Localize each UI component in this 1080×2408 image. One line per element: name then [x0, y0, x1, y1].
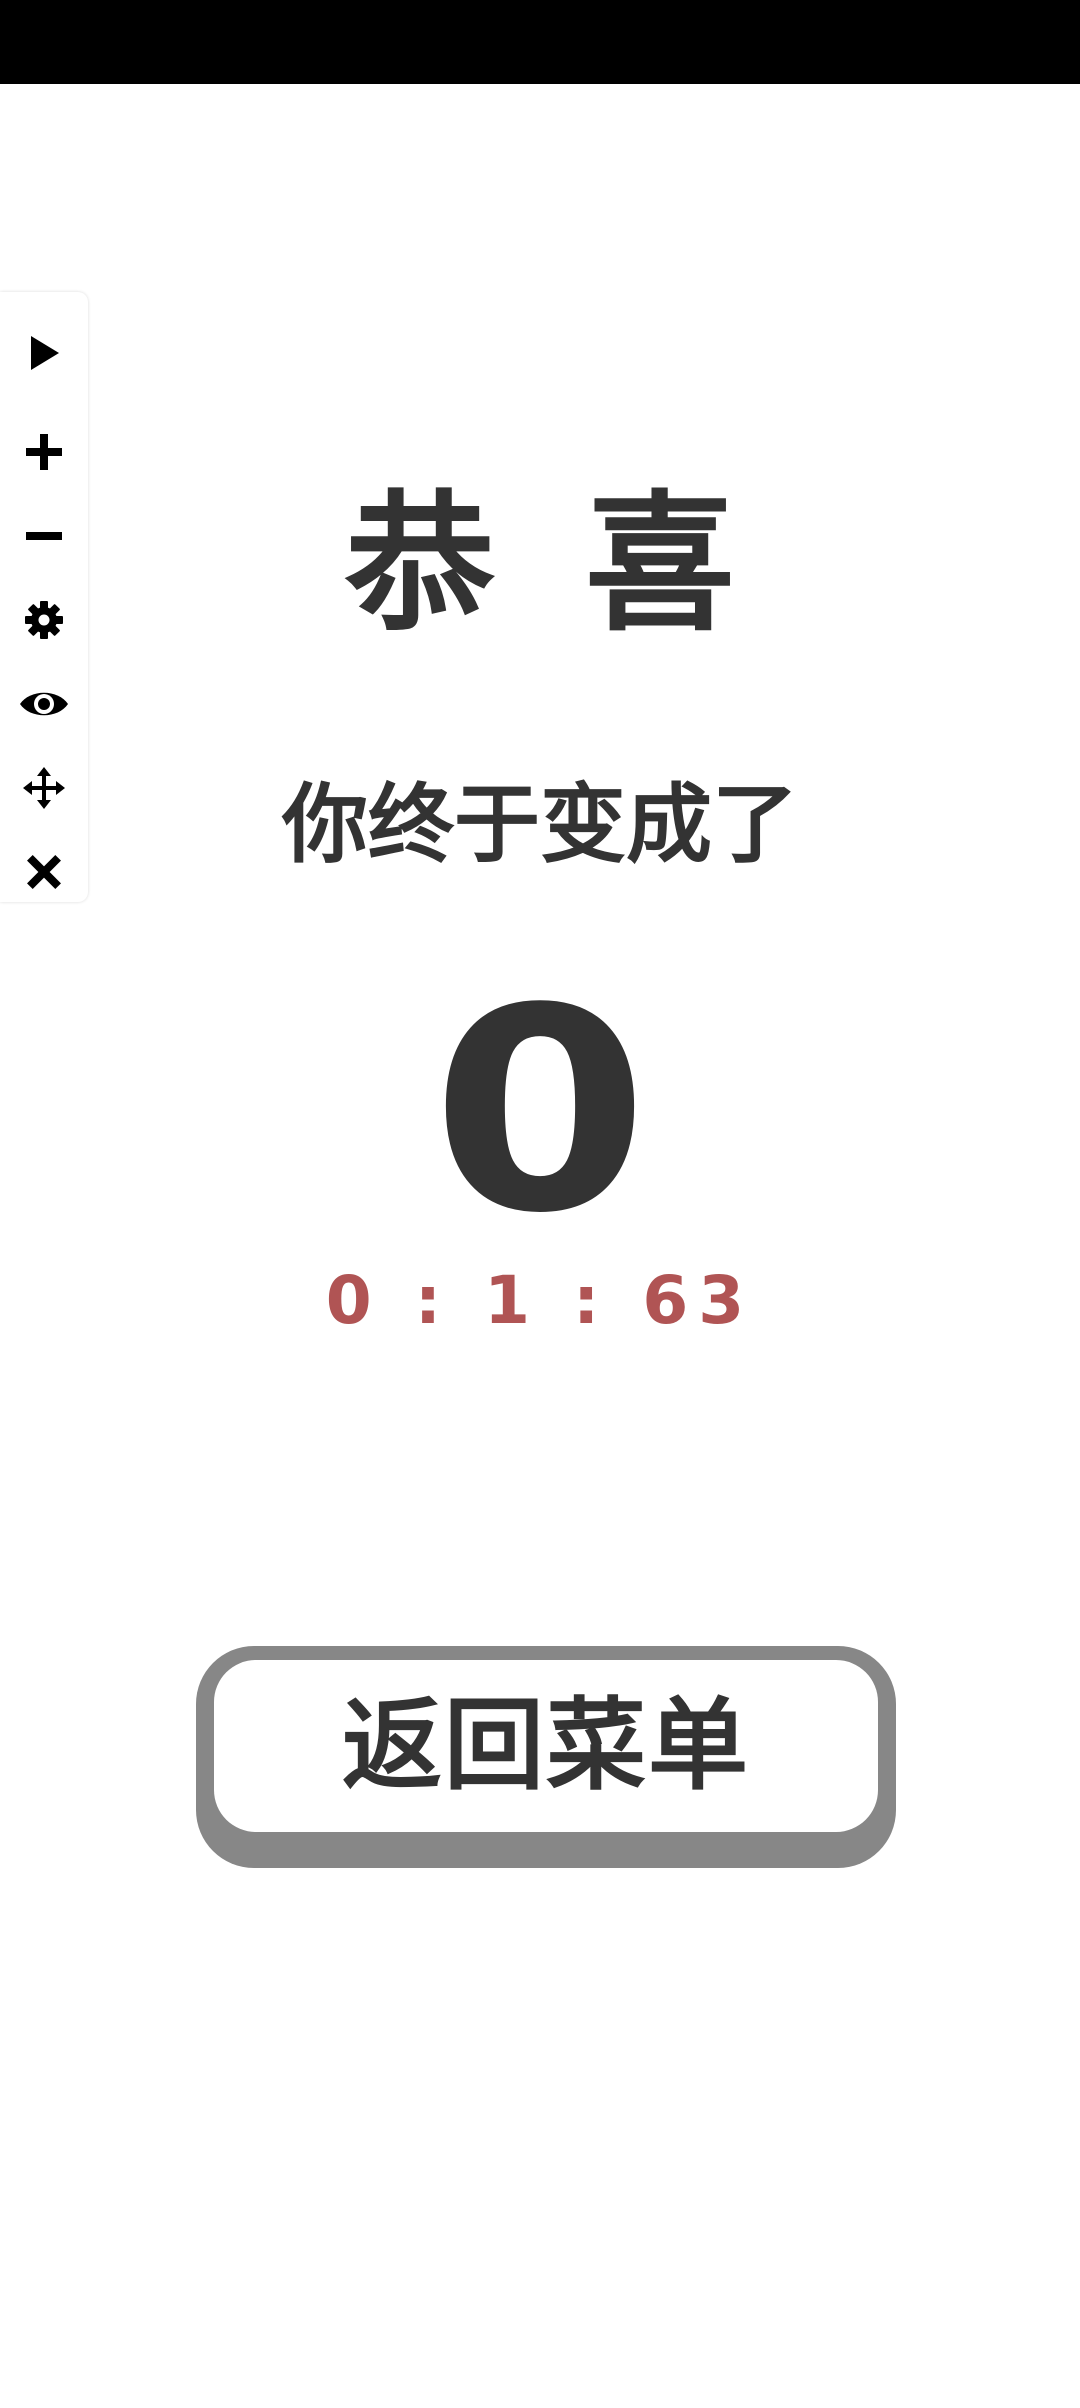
elapsed-time: 0 : 1 : 63: [325, 1262, 755, 1339]
play-button[interactable]: [0, 323, 88, 383]
play-icon: [27, 334, 61, 372]
return-menu-button-face[interactable]: 返回菜单: [214, 1660, 878, 1832]
game-screen: 恭喜 你终于变成了 0 0 : 1 : 63 返回菜单: [0, 0, 1080, 2408]
visibility-button[interactable]: [0, 674, 88, 734]
return-menu-label: 返回菜单: [342, 1687, 750, 1804]
result-subtitle: 你终于变成了: [282, 775, 798, 875]
return-menu-button[interactable]: 返回菜单: [196, 1646, 896, 1868]
result-number: 0: [430, 949, 650, 1275]
zoom-in-button[interactable]: [0, 422, 88, 482]
eye-icon: [18, 687, 70, 721]
congratulations-title: 恭喜: [344, 478, 825, 652]
status-bar: [0, 0, 1080, 84]
plus-icon: [25, 433, 63, 471]
